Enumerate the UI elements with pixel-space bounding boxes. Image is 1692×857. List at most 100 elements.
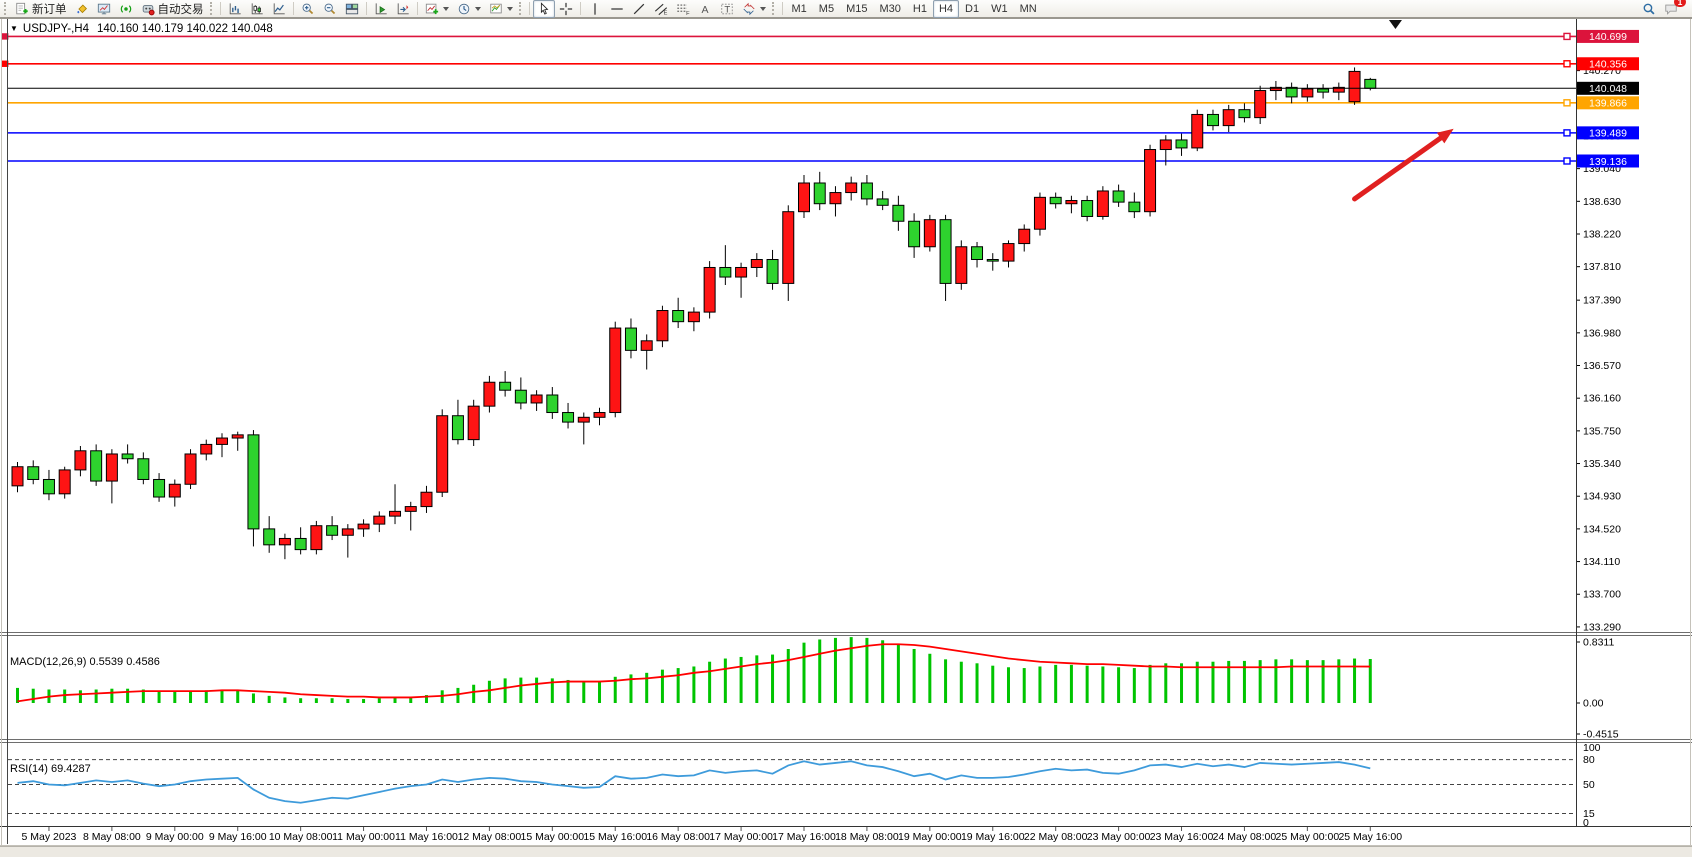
cursor-tool-button[interactable] — [533, 0, 555, 18]
macd-histogram-bar — [268, 696, 271, 703]
candle-body — [106, 454, 117, 481]
candle-body — [311, 526, 322, 550]
candle-body — [1176, 140, 1187, 148]
toolbar-grip — [772, 2, 777, 15]
tile-windows-button[interactable] — [341, 0, 363, 18]
candle-body — [185, 454, 196, 484]
macd-main-value: 0.5539 — [89, 656, 123, 668]
indicators-button[interactable] — [421, 0, 453, 18]
price-tick-label: 133.290 — [1583, 621, 1621, 633]
clock-icon — [457, 2, 471, 16]
line-handle-right — [1564, 100, 1570, 106]
rsi-label: RSI(14) 69.4287 — [10, 763, 91, 775]
macd-histogram-bar — [708, 662, 711, 703]
vertical-line-tool-button[interactable] — [584, 0, 606, 18]
date-label: 9 May 16:00 — [209, 831, 267, 843]
tf-button-m30[interactable]: M30 — [873, 0, 906, 18]
macd-histogram-bar — [283, 697, 286, 703]
status-bar — [0, 846, 1692, 857]
candle-body — [893, 205, 904, 221]
arrow-objects-icon — [742, 2, 756, 16]
search-button[interactable] — [1638, 0, 1660, 18]
paint-bucket-icon — [75, 2, 89, 16]
profile-button[interactable] — [93, 0, 115, 18]
chart-menu-icon[interactable]: ▼ — [10, 24, 18, 33]
tf-button-mn[interactable]: MN — [1014, 0, 1043, 18]
candle-body — [1145, 150, 1156, 212]
macd-histogram-bar — [110, 689, 113, 703]
tf-button-w1[interactable]: W1 — [985, 0, 1014, 18]
candle-body — [1318, 89, 1329, 92]
macd-histogram-bar — [661, 670, 664, 703]
candle-body — [610, 328, 621, 412]
tf-button-h1[interactable]: H1 — [907, 0, 933, 18]
notifications-button[interactable]: 1 — [1660, 0, 1682, 18]
zoom-in-icon — [301, 2, 315, 16]
tf-button-m15[interactable]: M15 — [840, 0, 873, 18]
macd-histogram-bar — [252, 693, 255, 703]
price-tag-label: 139.866 — [1589, 98, 1627, 110]
text-tool-button[interactable]: A — [694, 0, 716, 18]
new-order-button[interactable]: 新订单 — [11, 0, 71, 18]
fibonacci-tool-button[interactable]: F — [672, 0, 694, 18]
autotrading-button[interactable]: 自动交易 — [137, 0, 208, 18]
macd-histogram-bar — [315, 698, 318, 703]
macd-histogram-bar — [850, 637, 853, 703]
price-tick-label: 134.110 — [1583, 556, 1620, 568]
toolbar-separator — [580, 2, 581, 15]
date-label: 19 May 16:00 — [961, 831, 1025, 843]
chart-shift-button[interactable] — [392, 0, 414, 18]
toolbar-separator — [366, 2, 367, 15]
candle-body — [515, 390, 526, 403]
price-tick-label: 138.630 — [1583, 196, 1621, 208]
templates-button[interactable] — [485, 0, 517, 18]
candle-body — [594, 413, 605, 418]
date-label: 15 May 16:00 — [583, 831, 647, 843]
date-label: 22 May 08:00 — [1024, 831, 1088, 843]
rsi-name: RSI(14) — [10, 763, 48, 775]
horizontal-line-tool-button[interactable] — [606, 0, 628, 18]
macd-histogram-bar — [456, 688, 459, 703]
text-icon: A — [698, 2, 712, 16]
price-tick-label: 134.520 — [1583, 523, 1621, 535]
bar-chart-button[interactable] — [224, 0, 246, 18]
price-tick-label: 138.220 — [1583, 229, 1621, 241]
date-label: 8 May 08:00 — [83, 831, 141, 843]
channel-tool-button[interactable]: E — [650, 0, 672, 18]
line-chart-icon — [272, 2, 286, 16]
candle-body — [720, 267, 731, 277]
candle-body — [625, 328, 636, 350]
line-handle-right — [1564, 33, 1570, 39]
line-chart-button[interactable] — [268, 0, 290, 18]
crosshair-tool-button[interactable] — [555, 0, 577, 18]
chart-canvas[interactable]: 140.680140.270139.860139.450139.040138.6… — [0, 18, 1692, 846]
zoom-in-button[interactable] — [297, 0, 319, 18]
candle-body — [421, 492, 432, 506]
tf-button-m5[interactable]: M5 — [813, 0, 840, 18]
macd-histogram-bar — [598, 682, 601, 703]
macd-histogram-bar — [567, 680, 570, 703]
arrows-tool-button[interactable] — [738, 0, 770, 18]
candle-body — [673, 311, 684, 322]
svg-text:T: T — [724, 4, 730, 15]
macd-histogram-bar — [1149, 665, 1152, 703]
arrows-caret-icon — [760, 7, 766, 11]
tf-button-d1[interactable]: D1 — [959, 0, 985, 18]
candle-body — [861, 183, 872, 199]
candle-body — [358, 524, 369, 529]
signals-button[interactable] — [115, 0, 137, 18]
auto-scroll-button[interactable] — [370, 0, 392, 18]
candlestick-chart-button[interactable] — [246, 0, 268, 18]
periods-button[interactable] — [453, 0, 485, 18]
candle-body — [909, 221, 920, 247]
terminal-window: 新订单 自动交易 — [0, 0, 1692, 857]
autotrading-label: 自动交易 — [158, 1, 204, 17]
zoom-out-button[interactable] — [319, 0, 341, 18]
line-handle-right — [1564, 61, 1570, 67]
candle-body — [279, 538, 290, 544]
tf-button-m1[interactable]: M1 — [786, 0, 813, 18]
label-tool-button[interactable]: T — [716, 0, 738, 18]
tf-button-h4[interactable]: H4 — [933, 0, 959, 18]
trendline-tool-button[interactable] — [628, 0, 650, 18]
styles-button[interactable] — [71, 0, 93, 18]
